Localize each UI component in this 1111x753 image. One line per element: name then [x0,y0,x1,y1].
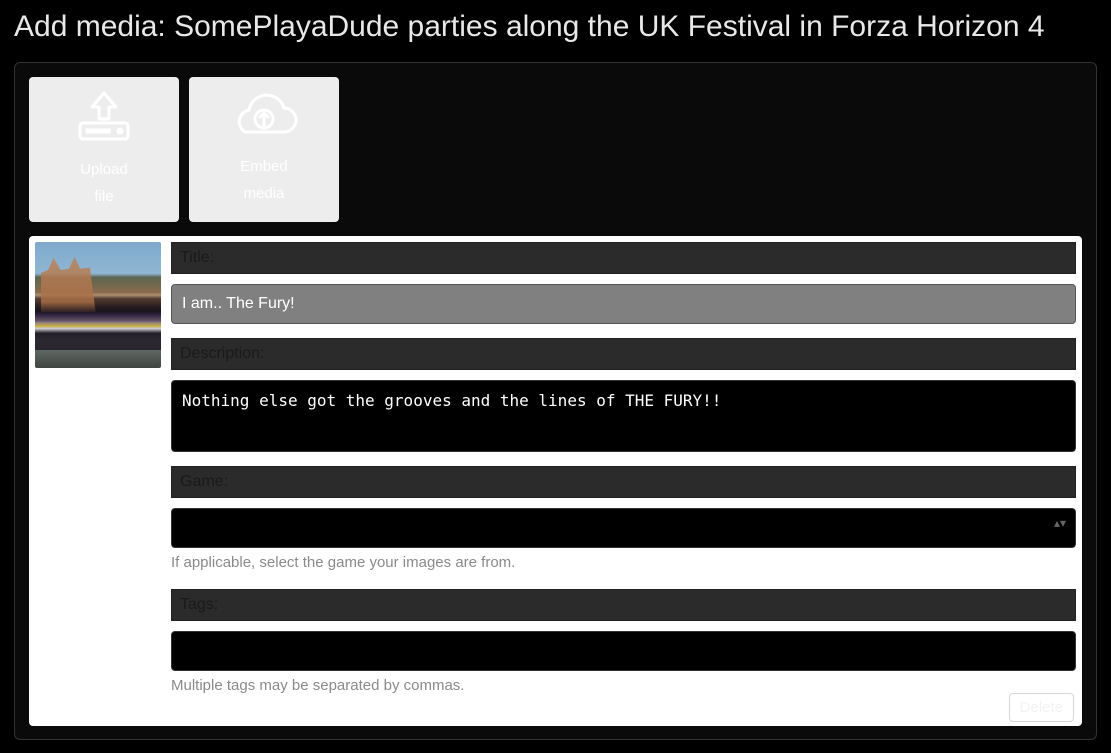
media-card: Upload file Embed media Title: [14,62,1097,740]
media-item-row: Title: Description: Nothing else got the… [29,236,1082,726]
title-input[interactable] [171,284,1076,324]
description-textarea[interactable]: Nothing else got the grooves and the lin… [171,380,1076,452]
upload-icon [72,89,136,150]
embed-media-button[interactable]: Embed media [189,77,339,222]
thumbnail-column [35,242,161,720]
title-label: Title: [171,242,1076,274]
delete-button[interactable]: Delete [1009,693,1074,722]
page-title: Add media: SomePlayaDude parties along t… [14,10,1097,44]
tags-help-text: Multiple tags may be separated by commas… [171,677,1076,694]
game-select[interactable] [171,508,1076,548]
media-form: Title: Description: Nothing else got the… [171,242,1076,720]
description-label: Description: [171,338,1076,370]
upload-file-button[interactable]: Upload file [29,77,179,222]
tags-label: Tags: [171,589,1076,621]
embed-media-label: Embed media [240,153,288,207]
game-help-text: If applicable, select the game your imag… [171,554,1076,571]
upload-file-label: Upload file [80,156,128,210]
cloud-upload-icon [229,92,299,147]
tags-input[interactable] [171,631,1076,671]
upload-actions-row: Upload file Embed media [29,77,1082,222]
media-thumbnail[interactable] [35,242,161,368]
game-label: Game: [171,466,1076,498]
